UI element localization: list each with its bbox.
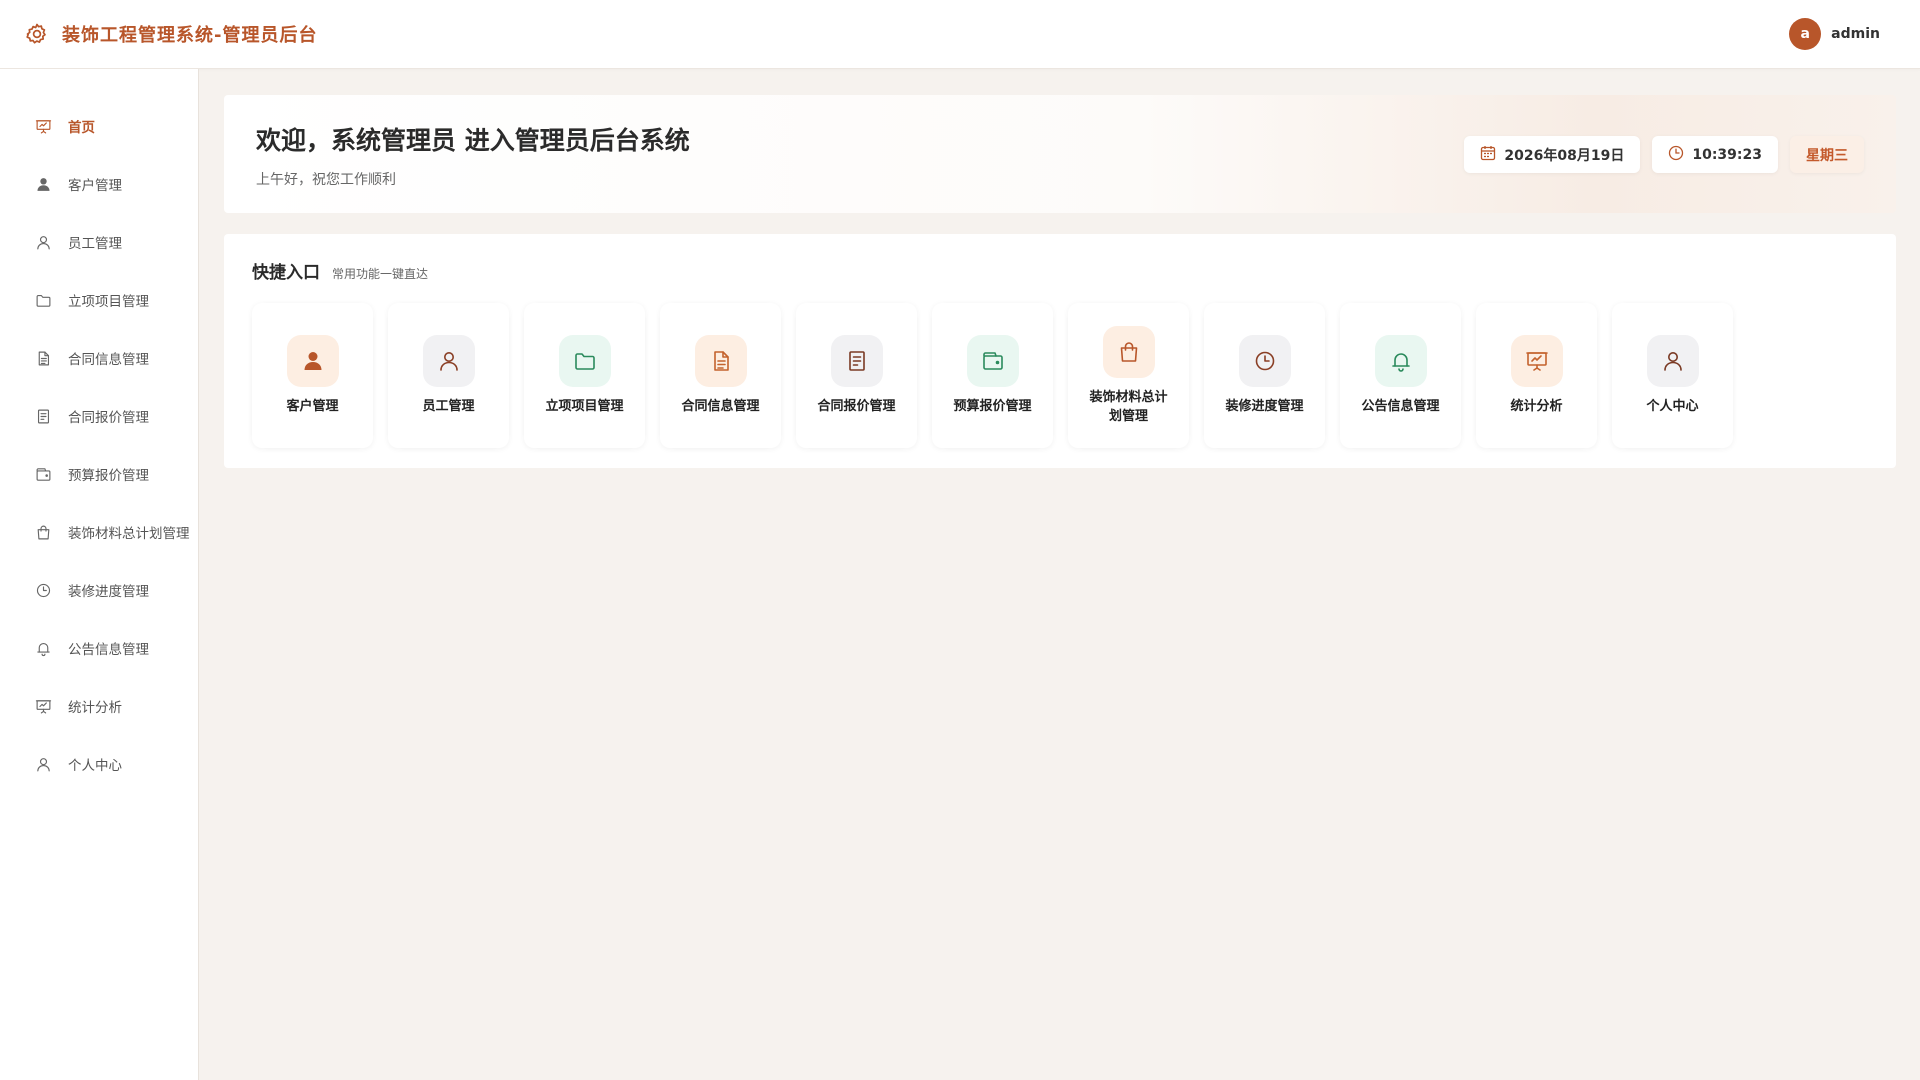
sidebar-item-label: 合同信息管理 [68, 352, 149, 368]
time-chip: 10:39:23 [1652, 136, 1778, 173]
shopping-bag-icon [34, 523, 52, 541]
wallet-icon [966, 335, 1019, 387]
top-header: 装饰工程管理系统-管理员后台 a admin [0, 0, 1920, 69]
user-icon [422, 335, 475, 387]
quick-access-tiles: 客户管理 员工管理 立项项目管理 合同信息管理 合同报价管理 预算报价管理 装饰材料总计划管… [252, 303, 1868, 448]
sidebar-item-label: 首页 [68, 120, 95, 136]
sidebar-item-4[interactable]: 合同信息管理 [0, 329, 198, 387]
sidebar-item-label: 装饰材料总计划管理 [68, 526, 190, 542]
quick-tile-label: 合同报价管理 [817, 399, 896, 414]
sidebar-item-8[interactable]: 装修进度管理 [0, 561, 198, 619]
sidebar-item-2[interactable]: 员工管理 [0, 213, 198, 271]
quick-access-panel: 快捷入口 常用功能一键直达 客户管理 员工管理 立项项目管理 合同信息管理 合同报价管理… [224, 234, 1896, 468]
user-icon [34, 755, 52, 773]
folder-icon [34, 291, 52, 309]
sidebar-item-label: 合同报价管理 [68, 410, 149, 426]
sidebar-item-0[interactable]: 首页 [0, 97, 198, 155]
quick-tile-4[interactable]: 合同报价管理 [796, 303, 917, 448]
sidebar-item-6[interactable]: 预算报价管理 [0, 445, 198, 503]
presentation-icon [1510, 335, 1563, 387]
quick-tile-label: 统计分析 [1510, 399, 1563, 414]
sidebar-item-label: 预算报价管理 [68, 468, 149, 484]
clock-icon [1668, 145, 1684, 165]
tickets-icon [34, 407, 52, 425]
sidebar-item-9[interactable]: 公告信息管理 [0, 619, 198, 677]
presentation-icon [34, 117, 52, 135]
quick-tile-label: 立项项目管理 [545, 399, 624, 414]
sidebar-item-label: 公告信息管理 [68, 642, 149, 658]
quick-tile-label: 装修进度管理 [1225, 399, 1304, 414]
quick-tile-label: 预算报价管理 [953, 399, 1032, 414]
sidebar-item-3[interactable]: 立项项目管理 [0, 271, 198, 329]
user-menu[interactable]: a admin [1789, 18, 1880, 50]
quick-tile-3[interactable]: 合同信息管理 [660, 303, 781, 448]
sidebar-item-11[interactable]: 个人中心 [0, 735, 198, 793]
sidebar-item-label: 客户管理 [68, 178, 122, 194]
sidebar-item-label: 立项项目管理 [68, 294, 149, 310]
quick-tile-label: 客户管理 [286, 399, 339, 414]
document-icon [34, 349, 52, 367]
user-filled-icon [34, 175, 52, 193]
weekday-chip: 星期三 [1790, 136, 1864, 173]
avatar[interactable]: a [1789, 18, 1822, 50]
wallet-icon [34, 465, 52, 483]
sidebar-item-5[interactable]: 合同报价管理 [0, 387, 198, 445]
sidebar-item-label: 统计分析 [68, 700, 122, 716]
shopping-bag-icon [1102, 325, 1155, 378]
quick-access-title: 快捷入口 [252, 263, 320, 283]
quick-tile-9[interactable]: 统计分析 [1476, 303, 1597, 448]
date-time-info: 2026年08月19日 10:39:23 星期三 [1464, 136, 1864, 173]
quick-tile-2[interactable]: 立项项目管理 [524, 303, 645, 448]
app-title: 装饰工程管理系统-管理员后台 [62, 25, 318, 46]
quick-tile-0[interactable]: 客户管理 [252, 303, 373, 448]
quick-access-subtitle: 常用功能一键直达 [332, 267, 429, 281]
clock-icon [34, 581, 52, 599]
clock-icon [1238, 335, 1291, 387]
quick-tile-10[interactable]: 个人中心 [1612, 303, 1733, 448]
user-filled-icon [286, 335, 339, 387]
quick-access-header: 快捷入口 常用功能一键直达 [252, 258, 1868, 283]
sidebar-item-7[interactable]: 装饰材料总计划管理 [0, 503, 198, 561]
quick-tile-label: 员工管理 [422, 399, 475, 414]
sidebar-item-1[interactable]: 客户管理 [0, 155, 198, 213]
sidebar-item-label: 员工管理 [68, 236, 122, 252]
tickets-icon [830, 335, 883, 387]
user-icon [1646, 335, 1699, 387]
date-text: 2026年08月19日 [1504, 147, 1625, 164]
quick-tile-label: 合同信息管理 [681, 399, 760, 414]
sidebar-item-label: 装修进度管理 [68, 584, 149, 600]
weekday-text: 星期三 [1806, 147, 1848, 164]
quick-tile-8[interactable]: 公告信息管理 [1340, 303, 1461, 448]
quick-tile-5[interactable]: 预算报价管理 [932, 303, 1053, 448]
user-icon [34, 233, 52, 251]
gear-icon [24, 21, 50, 47]
welcome-banner: 欢迎，系统管理员 进入管理员后台系统 上午好，祝您工作顺利 2026年08月19… [224, 95, 1896, 213]
quick-tile-label: 个人中心 [1646, 399, 1699, 414]
calendar-icon [1480, 145, 1496, 165]
quick-tile-1[interactable]: 员工管理 [388, 303, 509, 448]
quick-tile-label: 装饰材料总计划管理 [1089, 389, 1168, 424]
folder-icon [558, 335, 611, 387]
bell-icon [34, 639, 52, 657]
date-chip: 2026年08月19日 [1464, 136, 1641, 173]
quick-tile-7[interactable]: 装修进度管理 [1204, 303, 1325, 448]
document-icon [694, 335, 747, 387]
quick-tile-label: 公告信息管理 [1361, 399, 1440, 414]
sidebar-item-10[interactable]: 统计分析 [0, 677, 198, 735]
sidebar-item-label: 个人中心 [68, 758, 122, 774]
presentation-icon [34, 697, 52, 715]
user-name[interactable]: admin [1831, 26, 1880, 42]
time-text: 10:39:23 [1692, 146, 1762, 163]
bell-icon [1374, 335, 1427, 387]
brand[interactable]: 装饰工程管理系统-管理员后台 [24, 21, 317, 47]
quick-tile-6[interactable]: 装饰材料总计划管理 [1068, 303, 1189, 448]
sidebar: 首页客户管理员工管理立项项目管理 合同信息管理 合同报价管理 预算报价管理装饰材料总计… [0, 69, 199, 1080]
